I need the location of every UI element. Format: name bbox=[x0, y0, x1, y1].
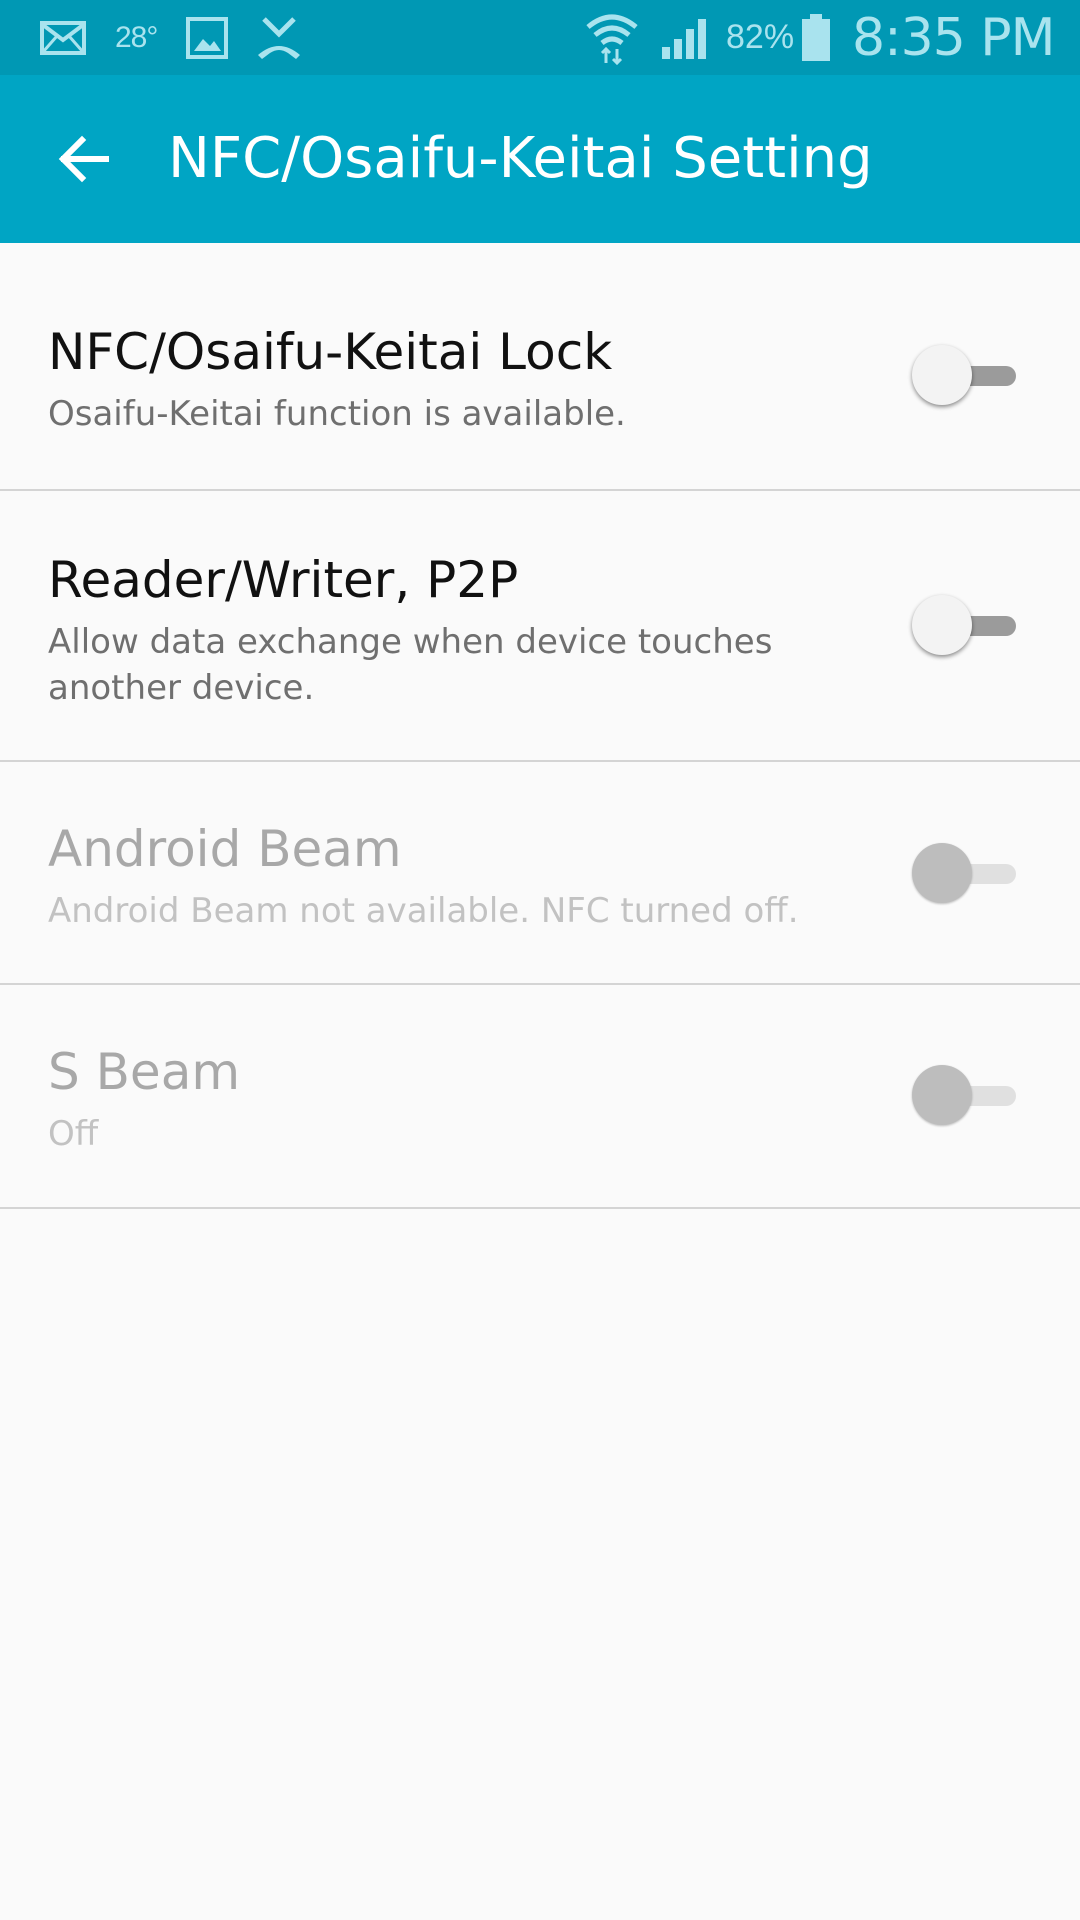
battery-percent: 82% bbox=[726, 18, 795, 56]
setting-nfc-lock[interactable]: NFC/Osaifu-Keitai Lock Osaifu-Keitai fun… bbox=[0, 243, 1080, 491]
android-beam-switch[interactable] bbox=[910, 841, 1024, 907]
arrow-left-icon bbox=[58, 135, 109, 183]
signal-icon bbox=[660, 0, 710, 75]
switch-thumb bbox=[912, 595, 972, 655]
setting-android-beam[interactable]: Android Beam Android Beam not available.… bbox=[0, 762, 1080, 985]
setting-summary: Off bbox=[48, 1114, 99, 1154]
setting-summary: Allow data exchange when device touches … bbox=[48, 622, 773, 708]
battery-icon bbox=[800, 0, 832, 75]
setting-title: NFC/Osaifu-Keitai Lock bbox=[48, 323, 613, 381]
gallery-icon bbox=[186, 0, 228, 75]
setting-summary: Osaifu-Keitai function is available. bbox=[48, 394, 626, 434]
page-title: NFC/Osaifu-Keitai Setting bbox=[168, 126, 873, 191]
setting-s-beam[interactable]: S Beam Off bbox=[0, 985, 1080, 1209]
back-button[interactable] bbox=[56, 131, 112, 187]
status-bar: 28° 82% 8:35 PM bbox=[0, 0, 1080, 75]
status-clock: 8:35 PM bbox=[852, 7, 1056, 68]
setting-reader-writer-p2p[interactable]: Reader/Writer, P2P Allow data exchange w… bbox=[0, 491, 1080, 762]
switch-thumb bbox=[912, 1065, 972, 1125]
wifi-icon bbox=[584, 0, 640, 75]
switch-thumb bbox=[912, 843, 972, 903]
setting-title: S Beam bbox=[48, 1043, 241, 1101]
nfc-lock-switch[interactable] bbox=[910, 343, 1024, 409]
switch-thumb bbox=[912, 345, 972, 405]
missed-call-icon bbox=[254, 0, 304, 75]
setting-title: Android Beam bbox=[48, 820, 402, 878]
settings-list: NFC/Osaifu-Keitai Lock Osaifu-Keitai fun… bbox=[0, 243, 1080, 1209]
setting-title: Reader/Writer, P2P bbox=[48, 551, 519, 609]
mail-icon bbox=[40, 0, 86, 75]
reader-writer-switch[interactable] bbox=[910, 593, 1024, 659]
s-beam-switch[interactable] bbox=[910, 1063, 1024, 1129]
setting-summary: Android Beam not available. NFC turned o… bbox=[48, 891, 799, 931]
app-bar: NFC/Osaifu-Keitai Setting bbox=[0, 75, 1080, 243]
weather-temperature: 28° bbox=[115, 20, 158, 54]
